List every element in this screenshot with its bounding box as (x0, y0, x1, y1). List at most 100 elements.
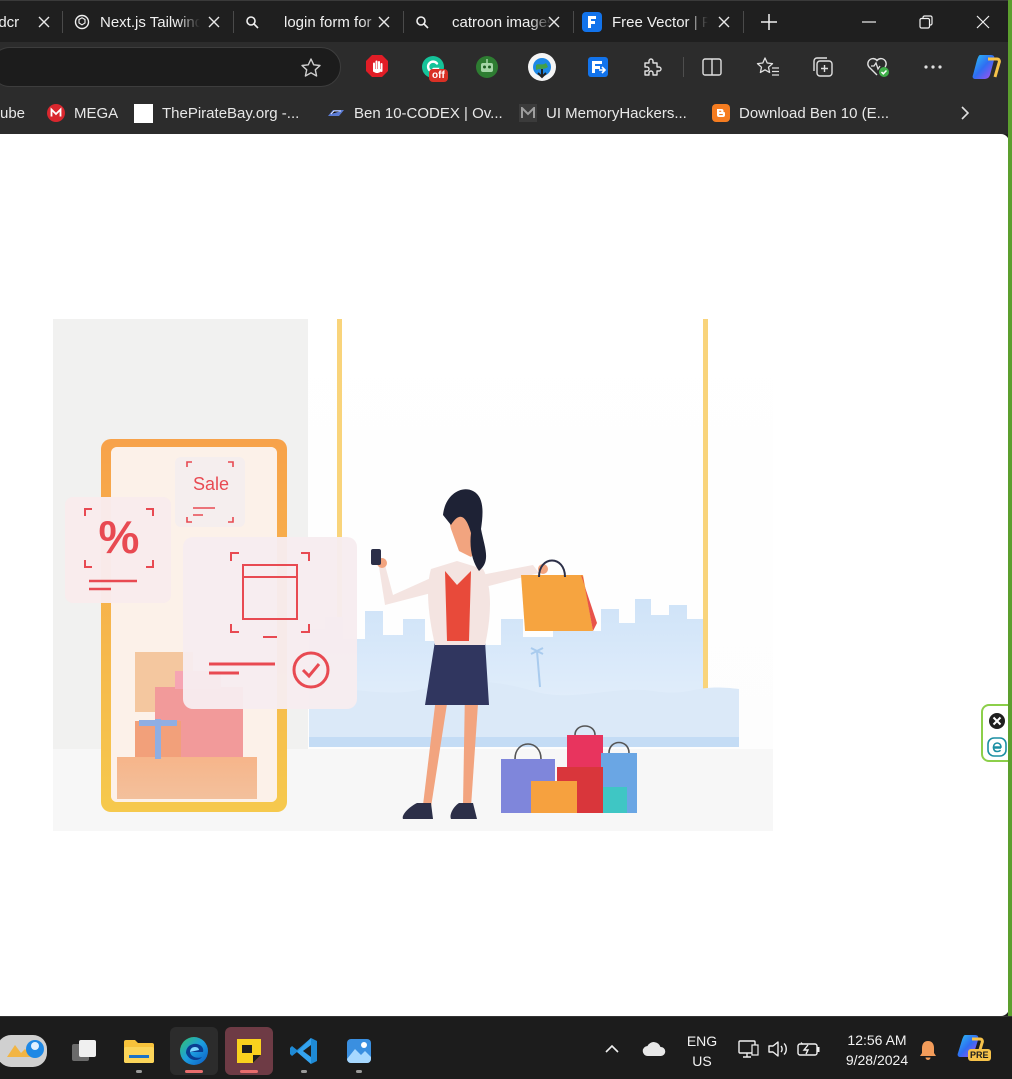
task-view-icon (72, 1040, 96, 1061)
windows-taskbar: ENG US 12:56 AM 9/28/2024 PRE (0, 1016, 1012, 1079)
file-explorer-button[interactable] (115, 1027, 163, 1075)
search-icon (414, 14, 430, 30)
close-icon (976, 15, 990, 29)
copilot-icon[interactable] (968, 51, 1004, 83)
percent-label: % (99, 511, 140, 563)
grammarly-extension-icon[interactable]: off (417, 51, 449, 83)
minimize-icon (862, 21, 876, 23)
close-tab-icon[interactable] (204, 12, 224, 32)
close-tab-icon[interactable] (34, 12, 54, 32)
clock-time: 12:56 AM (847, 1032, 907, 1048)
bookmark-codex[interactable]: Ben 10-CODEX | Ov... (327, 102, 503, 124)
favorites-icon[interactable] (752, 51, 784, 83)
close-tab-icon[interactable] (544, 12, 564, 32)
running-indicator (356, 1070, 362, 1073)
tab-login-form[interactable]: login form for (234, 5, 402, 39)
shopping-woman-illustration: % Sale (53, 319, 773, 831)
bookmark-label: Ben 10-CODEX | Ov... (354, 104, 503, 122)
bookmark-memoryhackers[interactable]: UI MemoryHackers... (519, 102, 687, 124)
sticky-notes-button[interactable] (225, 1027, 273, 1075)
tab-title: login form for (284, 13, 372, 31)
language-indicator[interactable]: ENG US (680, 1031, 724, 1071)
plus-icon (761, 14, 777, 30)
bookmark-mega[interactable]: MEGA (47, 102, 118, 124)
weather-widget-button[interactable] (0, 1027, 52, 1075)
bookmark-label: MEGA (74, 104, 119, 122)
browser-essentials-icon[interactable] (862, 51, 894, 83)
bookmark-label: ThePirateBay.org -... (162, 104, 300, 122)
tab-title: catroon images (452, 13, 552, 31)
download-manager-icon[interactable] (526, 51, 558, 83)
close-tab-icon[interactable] (374, 12, 394, 32)
bookmark-youtube[interactable]: ube (0, 102, 25, 124)
tab-adcr[interactable]: adcr (0, 5, 60, 39)
onedrive-icon[interactable] (642, 1041, 666, 1062)
widget-icon (0, 1035, 47, 1067)
chevron-up-icon (605, 1044, 619, 1053)
chevron-right-icon (961, 106, 970, 120)
more-bookmarks-button[interactable] (960, 102, 970, 124)
volume-icon[interactable] (767, 1040, 789, 1063)
close-window-button[interactable] (954, 1, 1012, 43)
m-logo-icon (519, 104, 537, 122)
clock[interactable]: 12:56 AM 9/28/2024 (830, 1030, 924, 1070)
split-screen-icon[interactable] (696, 51, 728, 83)
vscode-button[interactable] (280, 1027, 328, 1075)
tab-title: adcr (0, 13, 20, 31)
tab-title: Free Vector | F (612, 13, 708, 31)
freepik-extension-icon[interactable] (582, 51, 614, 83)
close-circle-icon[interactable] (988, 712, 1006, 735)
extensions-puzzle-icon[interactable] (636, 51, 668, 83)
bookmark-label: Download Ben 10 (E... (739, 104, 890, 122)
blogger-icon (712, 104, 730, 122)
tab-title: Next.js Tailwind (100, 13, 200, 31)
bookmarks-bar: ube MEGA ThePirateBay.org -... Ben 10-CO… (0, 92, 1012, 134)
robot-extension-icon[interactable] (471, 51, 503, 83)
side-extension-widget[interactable] (981, 704, 1009, 762)
new-tab-button[interactable] (744, 1, 794, 43)
sticky-note-icon (237, 1039, 261, 1063)
favorite-star-icon[interactable] (300, 57, 322, 84)
adblock-extension-icon[interactable] (361, 51, 393, 83)
photos-icon (347, 1039, 371, 1063)
blank-page-icon (134, 103, 153, 123)
tab-strip: adcr Next.js Tailwind login form for cat… (0, 0, 1012, 42)
bookmark-label: UI MemoryHackers... (546, 104, 687, 122)
extension-off-badge: off (429, 69, 448, 82)
task-view-button[interactable] (60, 1027, 108, 1075)
codex-icon (327, 104, 345, 122)
edge-taskbar-button[interactable] (170, 1027, 218, 1075)
battery-icon[interactable] (797, 1041, 821, 1062)
minimize-button[interactable] (840, 1, 898, 43)
folder-icon (124, 1040, 154, 1063)
edge-icon (180, 1037, 208, 1065)
photos-button[interactable] (335, 1027, 383, 1075)
restore-button[interactable] (897, 1, 955, 43)
search-icon (244, 14, 260, 30)
preview-badge: PRE (968, 1049, 991, 1061)
page-viewport: % Sale (0, 134, 1009, 1016)
more-options-icon[interactable] (917, 51, 949, 83)
region-code: US (692, 1053, 712, 1069)
e-letter-icon[interactable] (987, 737, 1007, 762)
network-icon[interactable] (737, 1039, 759, 1064)
tab-free-vector[interactable]: Free Vector | F (574, 5, 742, 39)
tab-catroon-images[interactable]: catroon images (404, 5, 572, 39)
collections-icon[interactable] (807, 51, 839, 83)
restore-icon (919, 15, 933, 29)
language-code: ENG (686, 1033, 718, 1049)
bookmark-piratebay[interactable]: ThePirateBay.org -... (134, 102, 299, 124)
running-indicator (185, 1070, 203, 1073)
vscode-icon (290, 1038, 317, 1064)
window-border-accent (1008, 0, 1012, 1016)
copilot-taskbar-button[interactable]: PRE (956, 1033, 991, 1070)
address-bar[interactable] (0, 47, 341, 87)
bookmark-download-ben10[interactable]: Download Ben 10 (E... (712, 102, 889, 124)
running-indicator (136, 1070, 142, 1073)
clock-date: 9/28/2024 (845, 1052, 909, 1068)
show-hidden-icons-button[interactable] (604, 1041, 620, 1059)
notification-bell-icon[interactable] (918, 1039, 938, 1066)
close-tab-icon[interactable] (714, 12, 734, 32)
tab-nextjs[interactable]: Next.js Tailwind (64, 5, 232, 39)
mega-icon (47, 104, 65, 122)
